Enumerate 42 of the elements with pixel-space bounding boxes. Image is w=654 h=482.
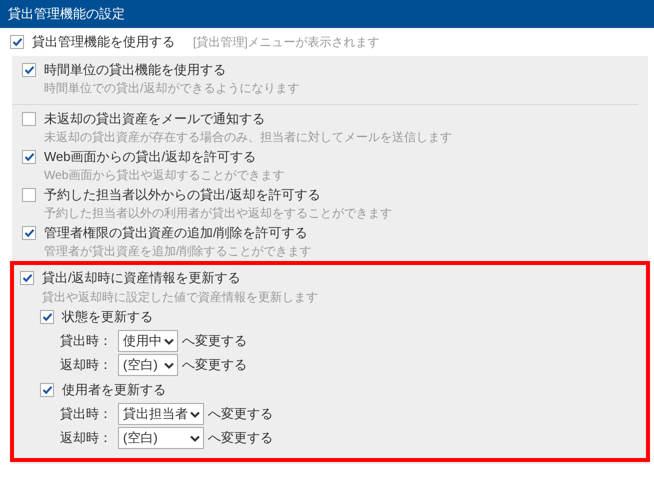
chevron-icon	[164, 362, 174, 368]
option-description: Web画面から貸出や返却することができます	[43, 167, 286, 184]
field-suffix: へ変更する	[208, 429, 273, 448]
option-description: 管理者が貸出資産を追加/削除することができます	[43, 243, 312, 260]
checkbox[interactable]	[22, 188, 36, 202]
checkbox[interactable]	[22, 226, 36, 240]
section-title: 貸出管理機能の設定	[8, 5, 125, 24]
field-suffix: へ変更する	[208, 405, 273, 424]
chevron-icon	[164, 338, 174, 344]
option-description: 未返却の貸出資産が存在する場合のみ、担当者に対してメールを送信します	[43, 129, 453, 146]
checkbox[interactable]	[10, 35, 24, 49]
option-label: 予約した担当者以外からの貸出/返却を許可する	[44, 186, 321, 204]
field-suffix: へ変更する	[182, 332, 247, 350]
option-description: 貸出や返却時に設定した値で資産情報を更新します	[41, 289, 319, 306]
option-description: 時間単位での貸出/返却ができるようになります	[43, 80, 300, 97]
field-label: 返却時：	[60, 356, 113, 374]
option-label: 貸出管理機能を使用する	[32, 33, 175, 52]
option-label: 時間単位の貸出機能を使用する	[44, 61, 226, 80]
chevron-icon	[190, 434, 200, 442]
option-label: 管理者権限の貸出資産の追加/削除を許可する	[44, 224, 308, 242]
option-label: 状態を更新する	[62, 308, 153, 326]
option-label: 未返却の貸出資産をメールで通知する	[44, 110, 265, 128]
dropdown[interactable]: (空白)	[118, 354, 178, 376]
option-label: 使用者を更新する	[62, 381, 166, 400]
option-description: 予約した担当者以外の利用者が貸出や返却をすることができます	[43, 205, 393, 222]
checkbox[interactable]	[22, 63, 36, 77]
chevron-icon	[190, 410, 200, 418]
option-label: Web画面からの貸出/返却を許可する	[44, 148, 256, 166]
field-label: 返却時：	[60, 429, 113, 448]
dropdown[interactable]: 貸出担当者	[118, 403, 204, 425]
checkbox[interactable]	[22, 150, 36, 164]
field-label: 貸出時：	[60, 405, 113, 424]
field-suffix: へ変更する	[182, 356, 247, 374]
option-label: 貸出/返却時に資産情報を更新する	[42, 269, 241, 288]
option-note: [貸出管理]メニューが表示されます	[193, 34, 380, 51]
dropdown[interactable]: (空白)	[118, 427, 204, 449]
checkbox[interactable]	[20, 271, 34, 285]
checkbox[interactable]	[22, 112, 36, 126]
checkbox[interactable]	[40, 383, 54, 397]
dropdown[interactable]: 使用中	[118, 330, 178, 352]
field-label: 貸出時：	[60, 332, 113, 350]
checkbox[interactable]	[40, 310, 54, 324]
